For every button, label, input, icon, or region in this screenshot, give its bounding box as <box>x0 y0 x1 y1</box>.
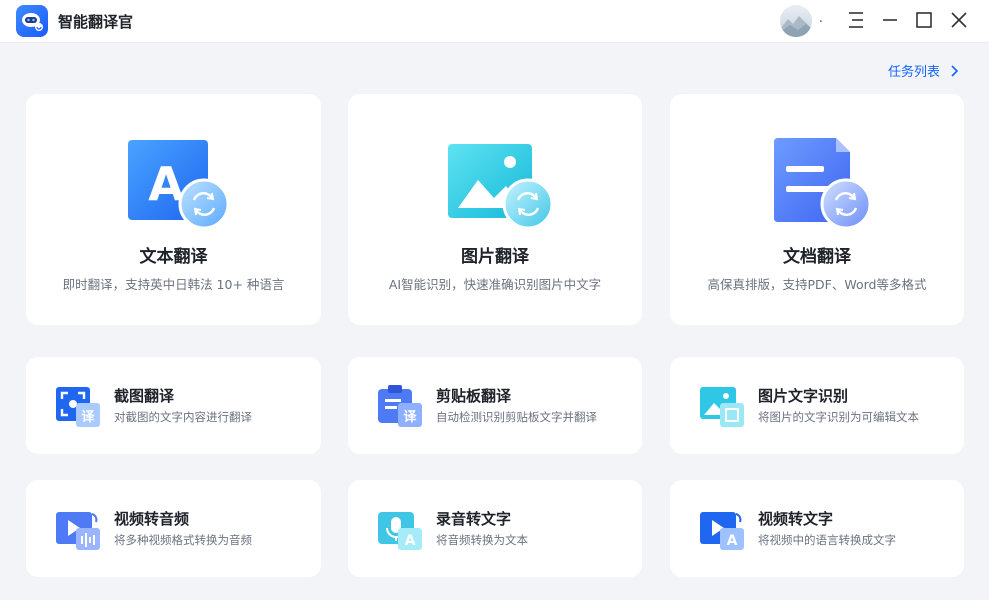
card-title: 文本翻译 <box>139 247 208 267</box>
card-description: 高保真排版，支持PDF、Word等多格式 <box>707 277 927 292</box>
card-description: 自动检测识别剪贴板文字并翻译 <box>436 410 597 424</box>
clipboard-translate-card[interactable]: 译 剪贴板翻译 自动检测识别剪贴板文字并翻译 <box>348 357 642 454</box>
card-title: 视频转音频 <box>114 510 190 528</box>
svg-text:A: A <box>405 533 416 549</box>
minimize-icon[interactable] <box>879 9 901 31</box>
app-logo-icon <box>16 5 48 37</box>
document-translate-card[interactable]: 文档翻译 高保真排版，支持PDF、Word等多格式 <box>670 94 964 325</box>
chevron-right-icon[interactable] <box>949 63 959 82</box>
screenshot-translate-card[interactable]: 译 截图翻译 对截图的文字内容进行翻译 <box>26 357 321 454</box>
card-title: 剪贴板翻译 <box>436 387 512 405</box>
user-name: . <box>819 11 823 25</box>
video-to-audio-icon <box>54 508 102 552</box>
document-translate-icon <box>774 138 874 230</box>
card-description: 即时翻译，支持英中日韩法 10+ 种语言 <box>62 277 285 292</box>
card-description: 对截图的文字内容进行翻译 <box>114 410 252 424</box>
image-ocr-icon <box>698 385 746 429</box>
card-title: 录音转文字 <box>436 510 512 528</box>
video-to-audio-card[interactable]: 视频转音频 将多种视频格式转换为音频 <box>26 480 321 577</box>
image-ocr-card[interactable]: 图片文字识别 将图片的文字识别为可编辑文本 <box>670 357 964 454</box>
card-title: 视频转文字 <box>758 510 834 528</box>
screenshot-translate-icon: 译 <box>54 385 102 429</box>
audio-to-text-card[interactable]: A 录音转文字 将音频转换为文本 <box>348 480 642 577</box>
svg-text:译: 译 <box>403 410 417 425</box>
clipboard-translate-icon: 译 <box>376 385 424 429</box>
task-list-link[interactable]: 任务列表 <box>888 61 940 80</box>
audio-to-text-icon: A <box>376 508 424 552</box>
text-translate-icon: A <box>128 138 230 230</box>
close-icon[interactable] <box>948 9 970 31</box>
card-title: 截图翻译 <box>114 387 175 405</box>
card-title: 文档翻译 <box>783 247 851 267</box>
card-description: 将多种视频格式转换为音频 <box>114 533 252 547</box>
image-translate-card[interactable]: 图片翻译 AI智能识别，快速准确识别图片中文字 <box>348 94 642 325</box>
video-to-text-card[interactable]: A 视频转文字 将视频中的语言转换成文字 <box>670 480 964 577</box>
user-avatar[interactable] <box>780 5 812 37</box>
menu-icon[interactable] <box>845 9 867 31</box>
card-description: 将音频转换为文本 <box>436 533 528 547</box>
svg-text:译: 译 <box>81 410 95 425</box>
card-description: 将图片的文字识别为可编辑文本 <box>758 410 919 424</box>
card-title: 图片文字识别 <box>758 387 849 405</box>
card-title: 图片翻译 <box>461 247 529 267</box>
card-description: 将视频中的语言转换成文字 <box>758 533 896 547</box>
app-title: 智能翻译官 <box>58 13 134 31</box>
video-to-text-icon: A <box>698 508 746 552</box>
title-bar: 智能翻译官 . <box>0 0 989 42</box>
text-translate-card[interactable]: A 文本翻译 即时翻译，支持英中日韩法 10+ 种语言 <box>26 94 321 325</box>
maximize-icon[interactable] <box>913 9 935 31</box>
card-description: AI智能识别，快速准确识别图片中文字 <box>388 277 602 292</box>
svg-text:A: A <box>727 533 738 549</box>
image-translate-icon <box>448 138 554 230</box>
